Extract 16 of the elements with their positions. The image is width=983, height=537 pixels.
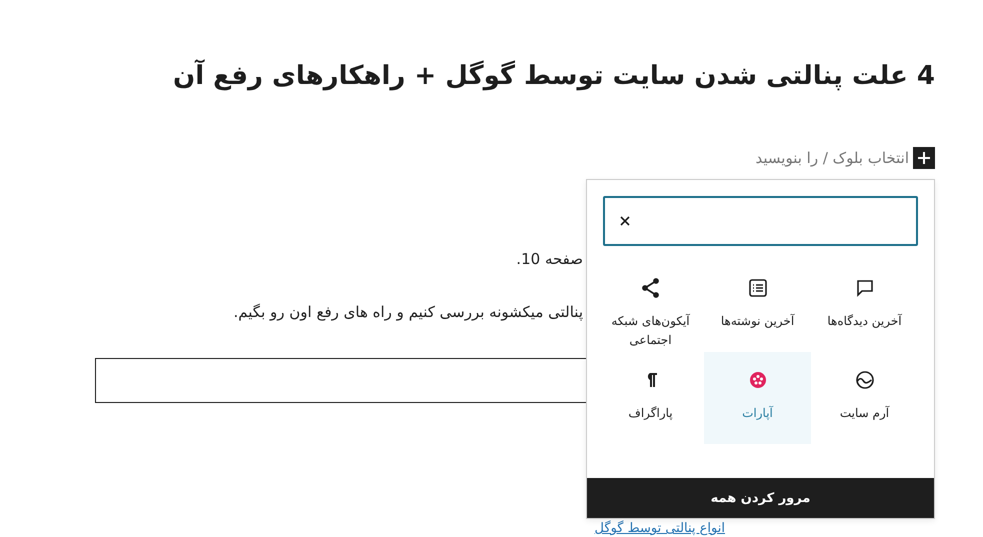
paragraph: صفحه 10. [515, 250, 583, 268]
block-item[interactable]: آخرین دیدگاه‌ها [811, 260, 918, 352]
search-field[interactable] [603, 196, 918, 246]
text-input[interactable]: انتخاب بلوک / را بنویسید [755, 148, 909, 167]
close-icon[interactable] [619, 215, 631, 227]
paragraph: پنالتی میکشونه بررسی کنیم و راه های رفع اون رو بگیم. [232, 302, 583, 321]
text-link[interactable]: انواع پنالتی توسط گوگل [594, 521, 725, 536]
block-item[interactable]: آیکون‌های شبکه اجتماعی [597, 260, 704, 352]
block-item[interactable]: پاراگراف [597, 352, 704, 444]
block-item[interactable]: آپارات [704, 352, 811, 444]
add-block-button[interactable] [913, 146, 935, 169]
block-item[interactable]: آخرین نوشته‌ها [704, 260, 811, 352]
plus-icon [917, 150, 931, 165]
post-title: 4 علت پنالتی شدن سایت توسط گوگل + راهکارهای رفع آن [172, 60, 935, 93]
block-item[interactable]: آرم سایت [811, 352, 918, 444]
browse-all-button[interactable]: مرور کردن همه [587, 478, 934, 518]
